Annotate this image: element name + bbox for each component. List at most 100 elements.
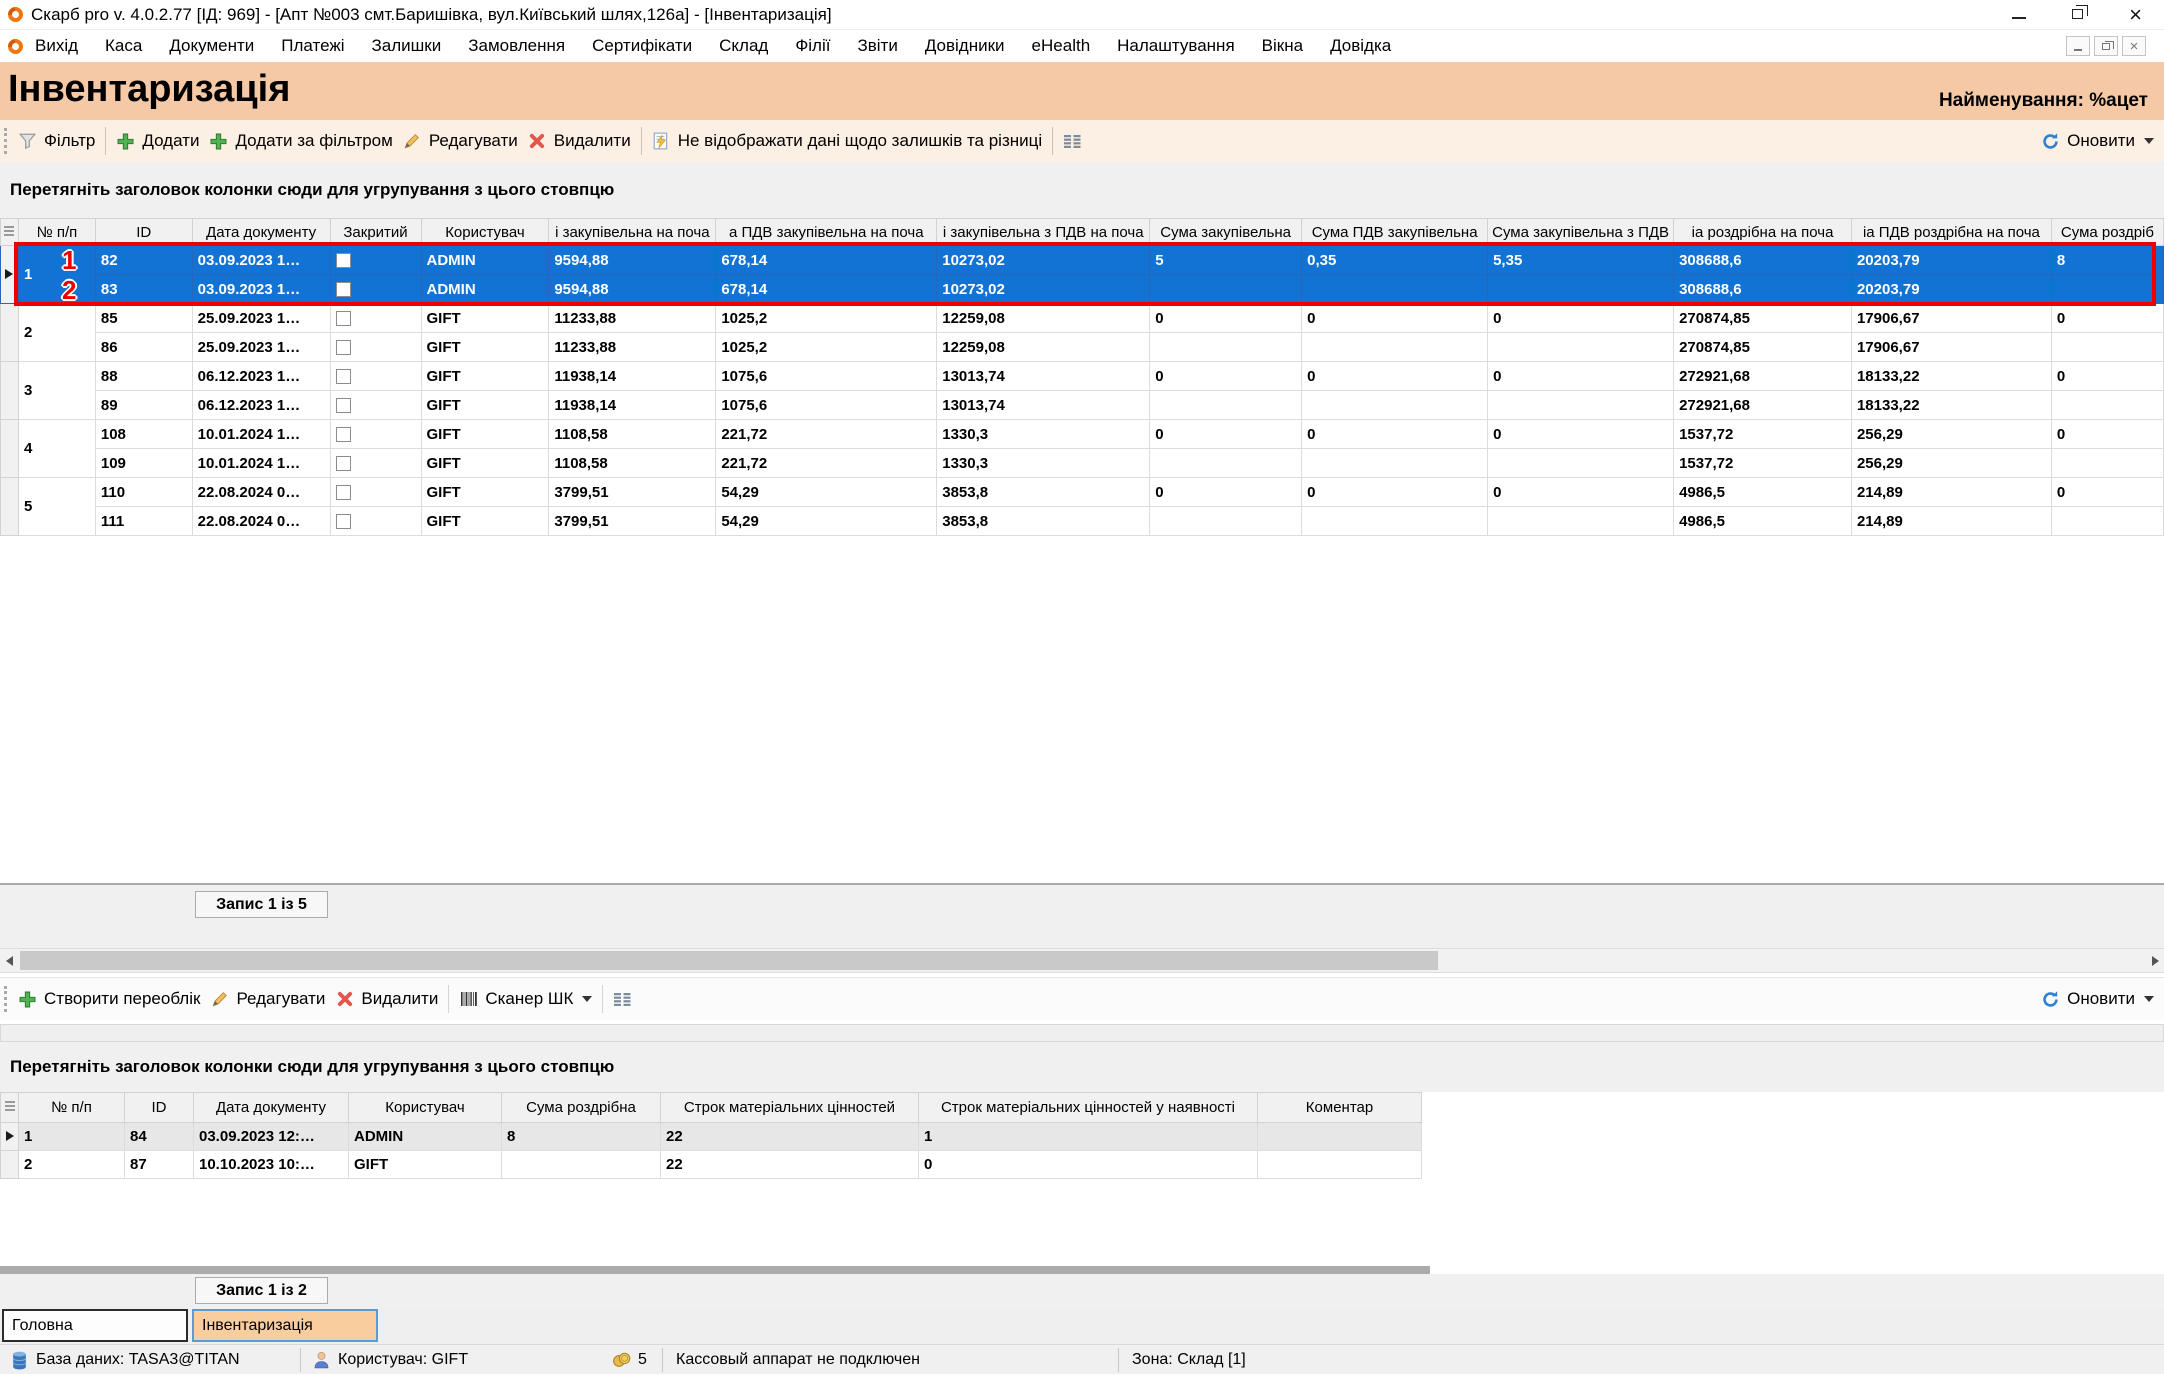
cell[interactable] — [1488, 391, 1674, 420]
cell[interactable]: ADMIN — [421, 246, 549, 275]
column-header-11[interactable]: іа роздрібна на поча — [1674, 219, 1852, 246]
cell[interactable]: 272921,68 — [1674, 391, 1852, 420]
cell[interactable]: 2 — [19, 1151, 125, 1179]
cell[interactable]: GIFT — [421, 478, 549, 507]
cell[interactable]: 18133,22 — [1851, 391, 2051, 420]
menu-item-2[interactable]: Документи — [169, 36, 254, 56]
group-number-cell[interactable]: 1 — [18, 246, 95, 304]
cell[interactable] — [2051, 275, 2163, 304]
edit-button[interactable]: Редагувати — [403, 131, 518, 151]
cell[interactable]: 86 — [95, 333, 192, 362]
cell[interactable] — [1488, 449, 1674, 478]
refresh-button[interactable]: Оновити — [2041, 131, 2154, 151]
horizontal-scrollbar[interactable] — [0, 948, 2164, 973]
cell[interactable]: 0 — [1488, 420, 1674, 449]
column-header-4[interactable]: Користувач — [421, 219, 549, 246]
column-header-4[interactable]: Сума роздрібна — [502, 1093, 661, 1123]
column-header-6[interactable]: Строк матеріальних цінностей у наявності — [919, 1093, 1258, 1123]
cell[interactable]: 1025,2 — [716, 304, 937, 333]
cell[interactable]: 0 — [2051, 478, 2163, 507]
inventory-row[interactable]: 8303.09.2023 1…ADMIN9594,88678,1410273,0… — [1, 275, 2164, 304]
inventory-row[interactable]: 511022.08.2024 0…GIFT3799,5154,293853,80… — [1, 478, 2164, 507]
mdi-close-button[interactable]: × — [2122, 36, 2146, 56]
cell[interactable]: 0 — [2051, 420, 2163, 449]
cell[interactable]: 20203,79 — [1851, 246, 2051, 275]
cell[interactable]: 82 — [95, 246, 192, 275]
cell[interactable]: 8 — [502, 1123, 661, 1151]
cell[interactable]: 108 — [95, 420, 192, 449]
cell[interactable] — [2051, 333, 2163, 362]
cell[interactable]: 270874,85 — [1674, 333, 1852, 362]
barcode-scanner-button[interactable]: Сканер ШК — [459, 989, 592, 1009]
grid2-scroll-strip[interactable] — [0, 1266, 1430, 1274]
cell[interactable]: 12259,08 — [937, 333, 1150, 362]
column-header-2[interactable]: Дата документу — [194, 1093, 349, 1123]
group-number-cell[interactable]: 4 — [18, 420, 95, 478]
close-button[interactable]: × — [2129, 4, 2142, 26]
menu-item-12[interactable]: Налаштування — [1117, 36, 1235, 56]
column-header-0[interactable]: № п/п — [18, 219, 95, 246]
column-header-13[interactable]: Сума роздріб — [2051, 219, 2163, 246]
column-header-0[interactable]: № п/п — [19, 1093, 125, 1123]
minimize-button[interactable] — [2012, 6, 2026, 24]
cell[interactable]: 18133,22 — [1851, 362, 2051, 391]
cell[interactable]: 221,72 — [716, 420, 937, 449]
column-header-7[interactable]: і закупівельна з ПДВ на поча — [937, 219, 1150, 246]
cell[interactable] — [1302, 449, 1488, 478]
cell[interactable]: 1537,72 — [1674, 449, 1852, 478]
cell[interactable]: 0 — [1150, 304, 1302, 333]
cell[interactable]: ADMIN — [349, 1123, 502, 1151]
closed-checkbox[interactable] — [336, 398, 351, 413]
cell[interactable]: 214,89 — [1851, 507, 2051, 536]
column-header-5[interactable]: і закупівельна на поча — [549, 219, 716, 246]
cell[interactable]: 03.09.2023 1… — [192, 275, 330, 304]
group-number-cell[interactable]: 5 — [18, 478, 95, 536]
cell[interactable] — [1150, 275, 1302, 304]
add-button[interactable]: Додати — [116, 131, 199, 151]
column-header-3[interactable]: Користувач — [349, 1093, 502, 1123]
cell[interactable] — [1302, 275, 1488, 304]
cell[interactable]: 0 — [2051, 362, 2163, 391]
cell[interactable]: 11233,88 — [549, 304, 716, 333]
cell[interactable]: 1025,2 — [716, 333, 937, 362]
group-number-cell[interactable]: 3 — [18, 362, 95, 420]
column-header-6[interactable]: а ПДВ закупівельна на поча — [716, 219, 937, 246]
cell[interactable]: 11938,14 — [549, 362, 716, 391]
cell[interactable]: 88 — [95, 362, 192, 391]
cell[interactable]: 54,29 — [716, 507, 937, 536]
cell[interactable]: GIFT — [349, 1151, 502, 1179]
cell[interactable]: 11233,88 — [549, 333, 716, 362]
column-header-10[interactable]: Сума закупівельна з ПДВ — [1488, 219, 1674, 246]
cell[interactable]: 4986,5 — [1674, 478, 1852, 507]
closed-checkbox[interactable] — [336, 282, 351, 297]
cell[interactable]: 03.09.2023 1… — [192, 246, 330, 275]
add-by-filter-button[interactable]: Додати за фільтром — [209, 131, 392, 151]
cell[interactable]: 22.08.2024 0… — [192, 478, 330, 507]
cell[interactable]: 0 — [2051, 304, 2163, 333]
cell[interactable]: 214,89 — [1851, 478, 2051, 507]
cell[interactable]: 89 — [95, 391, 192, 420]
cell[interactable]: 0 — [1302, 420, 1488, 449]
cell[interactable]: ADMIN — [421, 275, 549, 304]
column-header-9[interactable]: Сума ПДВ закупівельна — [1302, 219, 1488, 246]
closed-checkbox[interactable] — [336, 253, 351, 268]
delete-button[interactable]: Видалити — [528, 131, 631, 151]
cell[interactable]: 256,29 — [1851, 420, 2051, 449]
cell[interactable]: 678,14 — [716, 275, 937, 304]
cell[interactable]: 0 — [919, 1151, 1258, 1179]
column-header-1[interactable]: ID — [125, 1093, 194, 1123]
filter-button[interactable]: Фільтр — [18, 131, 95, 151]
cell[interactable] — [1258, 1123, 1422, 1151]
inventory-row[interactable]: 28525.09.2023 1…GIFT11233,881025,212259,… — [1, 304, 2164, 333]
cell[interactable]: 9594,88 — [549, 275, 716, 304]
tab-holovna[interactable]: Головна — [2, 1309, 188, 1342]
menu-item-11[interactable]: eHealth — [1032, 36, 1091, 56]
refresh-button-2[interactable]: Оновити — [2041, 989, 2154, 1009]
cell[interactable]: 25.09.2023 1… — [192, 304, 330, 333]
closed-cell[interactable] — [330, 362, 421, 391]
cell[interactable]: 10.10.2023 10:… — [194, 1151, 349, 1179]
closed-checkbox[interactable] — [336, 427, 351, 442]
inventory-row[interactable]: 18203.09.2023 1…ADMIN9594,88678,1410273,… — [1, 246, 2164, 275]
menu-item-6[interactable]: Сертифікати — [592, 36, 692, 56]
cell[interactable] — [1302, 391, 1488, 420]
